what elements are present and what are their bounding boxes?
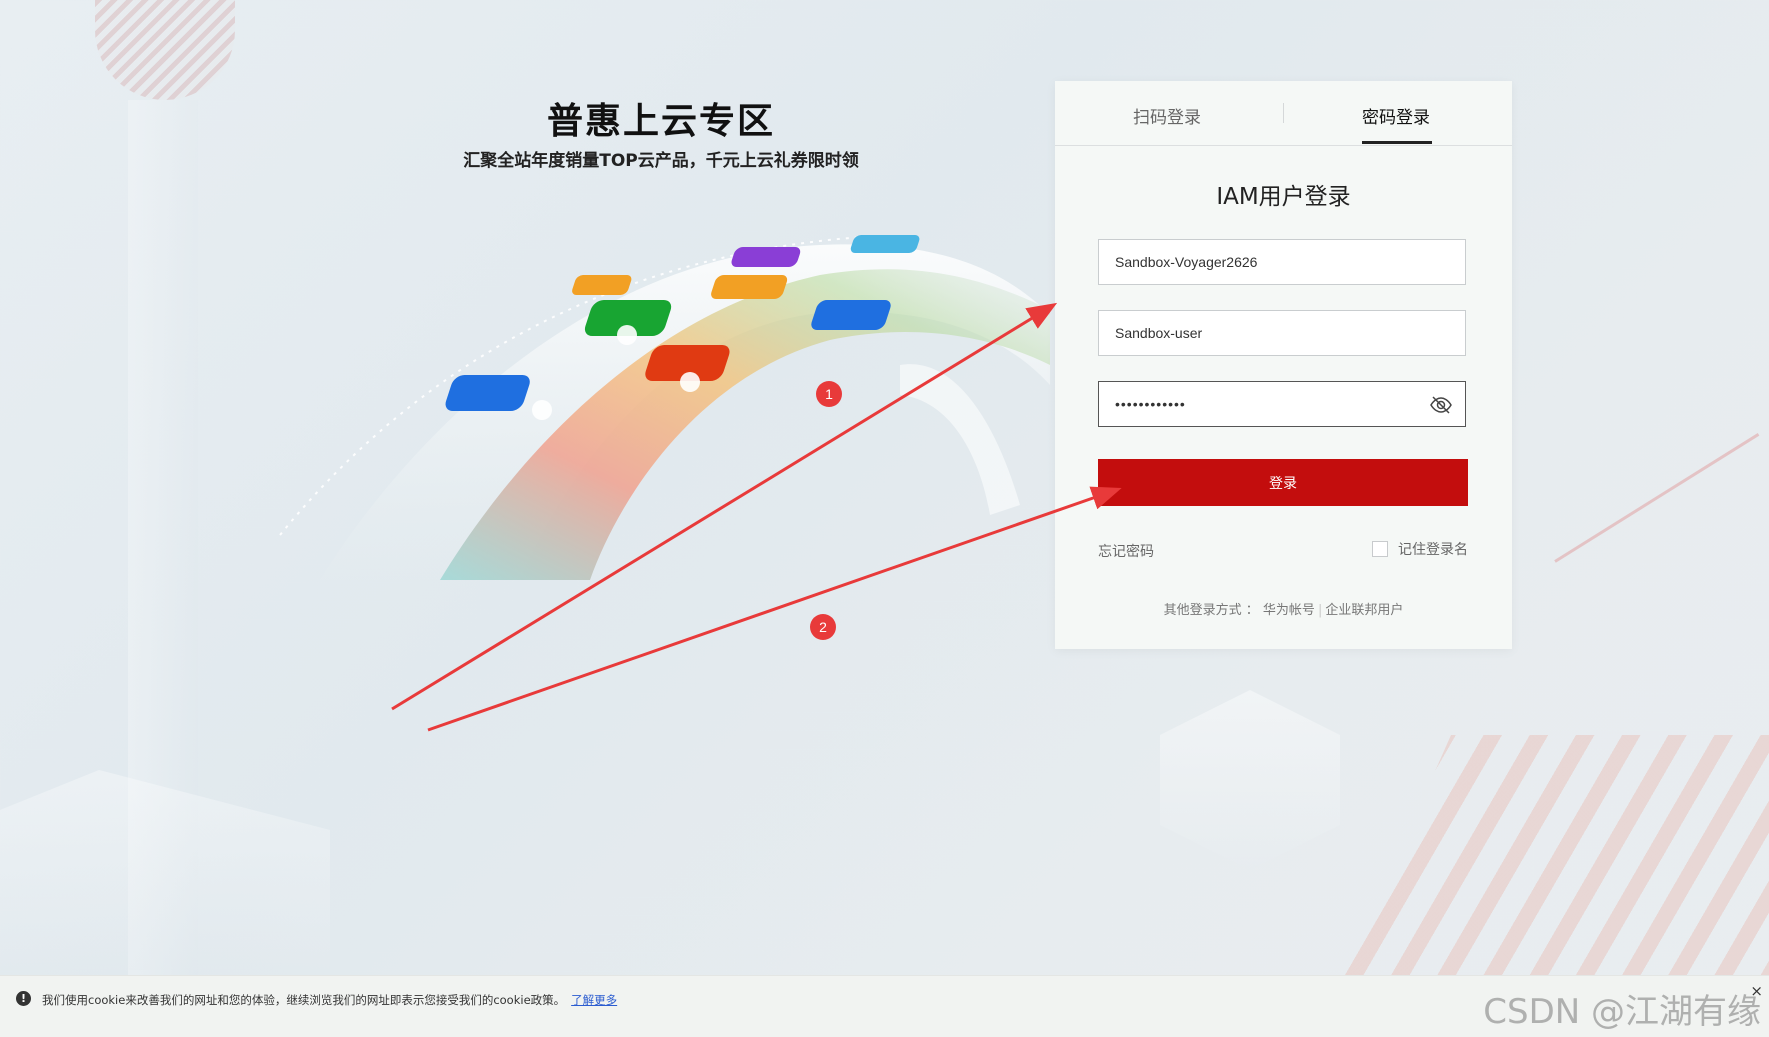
cookie-notice: 我们使用cookie来改善我们的网址和您的体验，继续浏览我们的网址即表示您接受我… <box>42 992 617 1008</box>
watermark: CSDN @江湖有缘 <box>1483 992 1761 1032</box>
tab-password-login[interactable]: 密码登录 <box>1362 103 1430 128</box>
huawei-account-link[interactable]: 华为帐号 <box>1263 603 1315 618</box>
tab-qr-login[interactable]: 扫码登录 <box>1133 103 1201 128</box>
background-hexagon <box>1160 690 1340 870</box>
eye-hidden-icon[interactable] <box>1429 393 1453 417</box>
remember-login-name[interactable]: 记住登录名 <box>1372 539 1468 559</box>
annotation-marker-2 <box>810 614 836 640</box>
remember-checkbox[interactable] <box>1372 541 1388 557</box>
learn-more-link[interactable]: 了解更多 <box>571 993 617 1007</box>
other-login-methods: 其他登录方式 ： 华为帐号 | 企业联邦用户 <box>1055 599 1512 618</box>
background-stripes-top <box>95 0 235 100</box>
background-stripes-bottom <box>1345 735 1769 975</box>
info-icon: ! <box>16 991 31 1006</box>
close-icon[interactable]: × <box>1750 982 1763 1000</box>
password-input[interactable]: •••••••••••• <box>1098 381 1466 427</box>
account-name-input[interactable]: Sandbox-Voyager2626 <box>1098 239 1466 285</box>
promo-title: 普惠上云专区 <box>546 101 775 142</box>
background-line <box>1554 433 1760 563</box>
promo-illustration <box>279 235 1050 580</box>
login-panel: 扫码登录 密码登录 IAM用户登录 Sandbox-Voyager2626 Sa… <box>1055 81 1512 649</box>
forgot-password-link[interactable]: 忘记密码 <box>1098 541 1154 561</box>
other-login-label: 其他登录方式 ： <box>1163 603 1259 618</box>
remember-label: 记住登录名 <box>1398 542 1468 558</box>
login-tabs: 扫码登录 密码登录 <box>1055 81 1512 146</box>
tab-divider <box>1283 103 1284 123</box>
account-name-value: Sandbox-Voyager2626 <box>1115 254 1258 270</box>
active-tab-indicator <box>1362 141 1432 144</box>
separator: | <box>1317 603 1323 618</box>
iam-username-value: Sandbox-user <box>1115 325 1203 341</box>
background-block <box>0 770 330 970</box>
password-value: •••••••••••• <box>1115 396 1186 412</box>
login-heading: IAM用户登录 <box>1216 184 1351 210</box>
iam-username-input[interactable]: Sandbox-user <box>1098 310 1466 356</box>
login-button[interactable]: 登录 <box>1098 459 1468 506</box>
cookie-bar: ! 我们使用cookie来改善我们的网址和您的体验，继续浏览我们的网址即表示您接… <box>0 975 1769 1037</box>
annotation-marker-2-label: 2 <box>819 619 827 635</box>
federated-user-link[interactable]: 企业联邦用户 <box>1325 603 1403 618</box>
promo-subtitle: 汇聚全站年度销量TOP云产品，千元上云礼券限时领 <box>463 151 859 171</box>
cookie-text: 我们使用cookie来改善我们的网址和您的体验，继续浏览我们的网址即表示您接受我… <box>42 993 566 1007</box>
